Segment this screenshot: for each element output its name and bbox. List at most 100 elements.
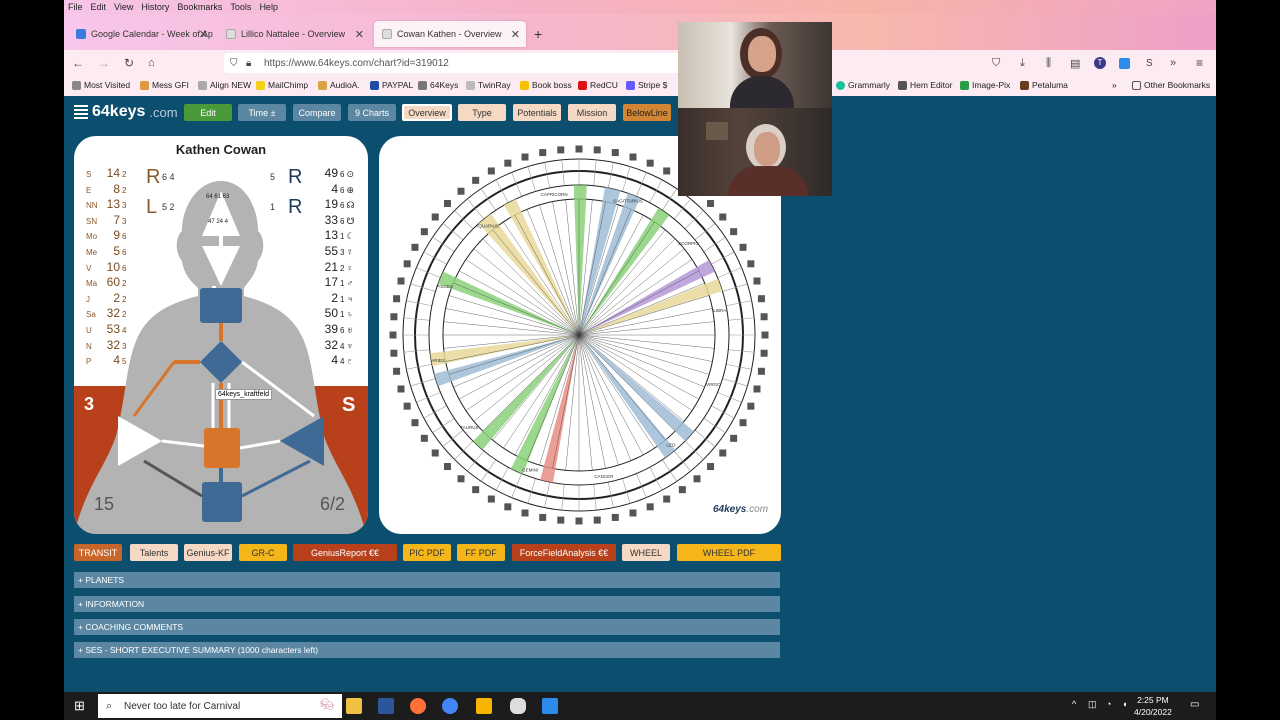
reload-icon[interactable]: ↻ bbox=[124, 56, 134, 70]
download-icon[interactable]: ⤓ bbox=[1020, 57, 1025, 70]
bookmark-mess-gfi[interactable]: Mess GFI bbox=[140, 80, 189, 90]
forward-icon[interactable]: → bbox=[98, 56, 110, 70]
bookmark-redcu[interactable]: RedCU bbox=[578, 80, 618, 90]
menu-help[interactable]: Help bbox=[259, 2, 278, 12]
tab-google-calendar[interactable]: Google Calendar - Week of Ap ✕ bbox=[68, 21, 214, 47]
hexagram-glyph bbox=[403, 260, 411, 268]
firefox-icon[interactable] bbox=[410, 698, 426, 714]
bookmark-image-pix[interactable]: Image-Pix bbox=[960, 80, 1010, 90]
overflow-icon[interactable]: » bbox=[1112, 80, 1117, 90]
extension-icon[interactable]: S bbox=[1146, 58, 1153, 69]
potentials-button[interactable]: Potentials bbox=[513, 104, 561, 121]
hexagram-glyph bbox=[431, 213, 439, 221]
pocket-icon[interactable]: ⛉ bbox=[992, 57, 1000, 70]
gr-c-button[interactable]: GR-C bbox=[239, 544, 287, 561]
bookmark-stripe[interactable]: Stripe $ bbox=[626, 80, 667, 90]
menu-bookmarks[interactable]: Bookmarks bbox=[177, 2, 222, 12]
bookmark-hem-editor[interactable]: Hem Editor bbox=[898, 80, 953, 90]
stripe-icon bbox=[626, 80, 635, 90]
bookmark-most-visited[interactable]: Most Visited bbox=[72, 80, 130, 90]
planet-symbol: ☾ bbox=[346, 231, 355, 242]
url-bar[interactable]: ⛉ 🔒︎ https://www.64keys.com/chart?id=319… bbox=[224, 53, 680, 73]
genius-kf-button[interactable]: Genius-KF bbox=[184, 544, 232, 561]
tray-chevron-icon[interactable]: ^ bbox=[1072, 699, 1076, 709]
windows-start-icon[interactable]: ⊞ bbox=[74, 698, 85, 714]
mission-button[interactable]: Mission bbox=[568, 104, 616, 121]
transit-button[interactable]: TRANSIT bbox=[74, 544, 122, 561]
overflow-icon[interactable]: » bbox=[1170, 57, 1176, 69]
menu-file[interactable]: File bbox=[68, 2, 83, 12]
line-number: 1 bbox=[340, 279, 345, 289]
chrome-icon[interactable] bbox=[442, 698, 458, 714]
bookmark-audioa[interactable]: AudioA. bbox=[318, 80, 360, 90]
menu-history[interactable]: History bbox=[141, 2, 169, 12]
ff-pdf-button[interactable]: FF PDF bbox=[457, 544, 505, 561]
zoom-icon[interactable] bbox=[542, 698, 558, 714]
bookmark-petaluma[interactable]: Petaluma bbox=[1020, 80, 1068, 90]
hexagram-glyph bbox=[539, 513, 547, 521]
tab-lillico[interactable]: Lillico Nattalee - Overview ✕ bbox=[218, 21, 370, 47]
executive-summary-section[interactable]: + SES - SHORT EXECUTIVE SUMMARY (1000 ch… bbox=[74, 642, 780, 658]
taskbar-search-box[interactable]: ⌕ Never too late for Carnival 🎭︎ bbox=[98, 694, 342, 718]
menu-tools[interactable]: Tools bbox=[230, 2, 251, 12]
line-number: 3 bbox=[122, 341, 127, 351]
gate-number: 8 bbox=[113, 181, 120, 196]
taskbar-clock[interactable]: 2:25 PM 4/20/2022 bbox=[1134, 694, 1172, 718]
wifi-icon[interactable]: ◔ bbox=[1106, 699, 1111, 709]
site-logo[interactable]: 64keys .com bbox=[74, 103, 178, 121]
type-button[interactable]: Type bbox=[458, 104, 506, 121]
coaching-comments-section[interactable]: + COACHING COMMENTS bbox=[74, 619, 780, 635]
app-icon[interactable] bbox=[510, 698, 526, 714]
network-icon[interactable]: ◫ bbox=[1088, 699, 1097, 710]
volume-icon[interactable]: ◖ bbox=[1122, 699, 1127, 709]
force-field-analysis-button[interactable]: ForceFieldAnalysis €€ bbox=[512, 544, 616, 561]
person-face bbox=[754, 132, 780, 166]
bookmark-align-new[interactable]: Align NEW bbox=[198, 80, 251, 90]
information-section[interactable]: + INFORMATION bbox=[74, 596, 780, 612]
genius-report-button[interactable]: GeniusReport €€ bbox=[293, 544, 397, 561]
tab-cowan[interactable]: Cowan Kathen - Overview ✕ bbox=[374, 21, 526, 47]
profile-number: 6/2 bbox=[320, 494, 346, 514]
bookmark-other[interactable]: Other Bookmarks bbox=[1132, 80, 1210, 90]
back-icon[interactable]: ← bbox=[72, 56, 84, 70]
talents-button[interactable]: Talents bbox=[130, 544, 178, 561]
compare-button[interactable]: Compare bbox=[293, 104, 341, 121]
bookmark-grammarly[interactable]: Grammarly bbox=[836, 80, 890, 90]
notification-icon[interactable]: ▭ bbox=[1190, 699, 1199, 710]
nine-charts-button[interactable]: 9 Charts bbox=[348, 104, 396, 121]
overview-button[interactable]: Overview bbox=[402, 104, 452, 121]
bodygraph-panel: Kathen Cowan 3 S 64 61 63 47 24 4 64keys… bbox=[74, 136, 368, 534]
close-icon[interactable]: ✕ bbox=[355, 28, 364, 41]
edit-button[interactable]: Edit bbox=[184, 104, 232, 121]
time-button[interactable]: Time ± bbox=[238, 104, 286, 121]
bookmark-book-boss[interactable]: Book boss bbox=[520, 80, 572, 90]
pic-pdf-button[interactable]: PIC PDF bbox=[403, 544, 451, 561]
close-icon[interactable]: ✕ bbox=[199, 28, 208, 41]
home-icon[interactable]: ⌂ bbox=[148, 57, 155, 69]
planet-symbol: E bbox=[86, 185, 92, 195]
belowline-button[interactable]: BelowLine bbox=[623, 104, 671, 121]
bookmark-64keys[interactable]: 64Keys bbox=[418, 80, 458, 90]
library-icon[interactable]: ⫼ bbox=[1046, 57, 1051, 70]
bookmark-label: Petaluma bbox=[1032, 80, 1068, 90]
file-explorer-icon[interactable] bbox=[346, 698, 362, 714]
menu-edit[interactable]: Edit bbox=[91, 2, 107, 12]
bookmark-paypal[interactable]: PAYPAL bbox=[370, 80, 413, 90]
zoom-icon[interactable] bbox=[1119, 57, 1130, 69]
account-icon[interactable]: T bbox=[1094, 57, 1106, 69]
new-tab-button[interactable]: + bbox=[534, 26, 542, 42]
word-icon[interactable] bbox=[378, 698, 394, 714]
wheel-pdf-button[interactable]: WHEEL PDF bbox=[677, 544, 781, 561]
bookmark-label: Hem Editor bbox=[910, 80, 953, 90]
sidebar-icon[interactable]: ▤ bbox=[1070, 57, 1080, 70]
hamburger-menu-icon[interactable]: ≡ bbox=[1196, 56, 1203, 70]
drive-icon[interactable] bbox=[476, 698, 492, 714]
page-icon bbox=[226, 29, 236, 39]
planets-section[interactable]: + PLANETS bbox=[74, 572, 780, 588]
bookmark-twinray[interactable]: TwinRay bbox=[466, 80, 511, 90]
wheel-button[interactable]: WHEEL bbox=[622, 544, 670, 561]
hexagram-glyph bbox=[443, 199, 451, 207]
close-icon[interactable]: ✕ bbox=[511, 28, 520, 41]
bookmark-mailchimp[interactable]: MailChimp bbox=[256, 80, 308, 90]
menu-view[interactable]: View bbox=[114, 2, 133, 12]
